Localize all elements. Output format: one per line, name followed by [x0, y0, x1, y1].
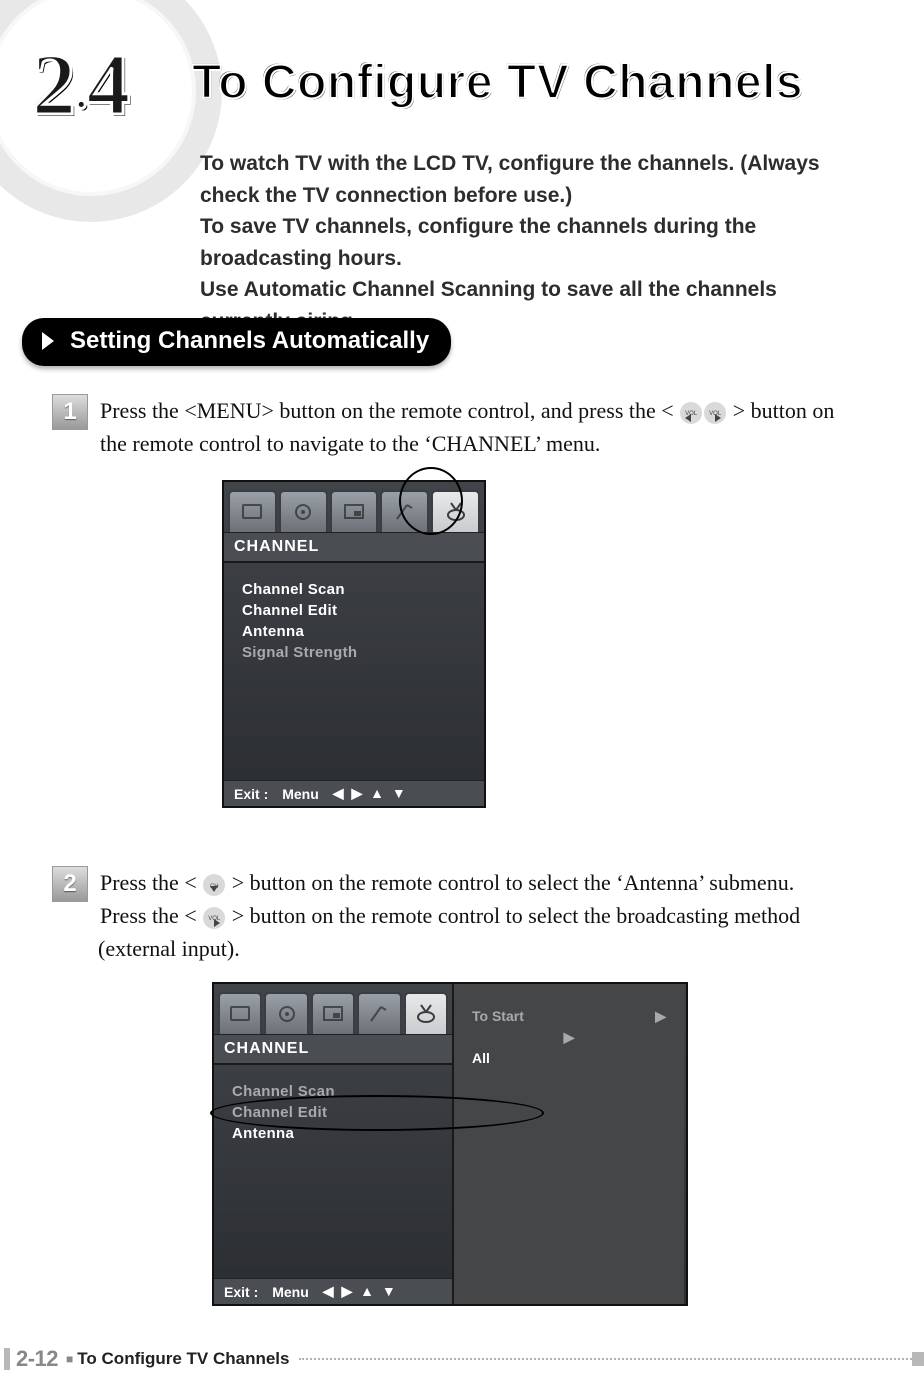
osd-footer: Exit : Menu ◀ ▶ ▲ ▼	[224, 780, 484, 806]
osd-header: CHANNEL	[224, 532, 484, 563]
tab-setup-icon	[357, 992, 401, 1034]
osd-item-signal-strength: Signal Strength	[238, 642, 470, 663]
step-2-text: Press the < > button on the remote contr…	[98, 866, 860, 965]
step-badge-2: 2	[52, 866, 88, 902]
step-1: 1 Press the <MENU> button on the remote …	[52, 394, 860, 460]
tab-channel-icon	[404, 992, 448, 1034]
subsection-header: Setting Channels Automatically	[22, 318, 451, 366]
footer-square-icon: ■	[66, 1352, 73, 1366]
osd-item-antenna: Antenna	[238, 621, 470, 642]
osd-item-channel-edit: Channel Edit	[238, 600, 470, 621]
tab-display-icon	[228, 490, 277, 532]
footer-bar-icon	[4, 1348, 10, 1370]
chevron-right-icon	[42, 332, 54, 350]
osd2-right-to-start: To Start ▶	[472, 1006, 666, 1027]
footer-page-number: 2-12	[16, 1346, 58, 1372]
vol-right-icon	[203, 907, 225, 929]
osd2-header: CHANNEL	[214, 1034, 452, 1065]
section-number: 2.4	[32, 35, 129, 136]
page-footer: 2-12 ■ To Configure TV Channels	[0, 1346, 924, 1372]
vol-left-icon	[680, 402, 702, 424]
intro-text: To watch TV with the LCD TV, configure t…	[200, 148, 868, 337]
osd2-right-all: All	[472, 1048, 666, 1068]
osd2-footer: Exit : Menu ◀ ▶ ▲ ▼	[214, 1278, 452, 1304]
tab-audio-icon	[264, 992, 308, 1034]
footer-title: To Configure TV Channels	[77, 1349, 289, 1369]
page-title: To Configure TV Channels	[192, 55, 803, 110]
osd2-tabstrip	[214, 984, 452, 1034]
callout-ellipse-antenna	[210, 1095, 544, 1131]
tab-audio-icon	[279, 490, 328, 532]
osd-body: Channel Scan Channel Edit Antenna Signal…	[224, 563, 484, 783]
tab-display-icon	[218, 992, 262, 1034]
nav-arrows-icon: ◀ ▶ ▲ ▼	[333, 785, 408, 802]
vol-right-icon	[704, 402, 726, 424]
footer-end-icon	[912, 1352, 924, 1366]
callout-circle-channel-tab	[399, 467, 463, 535]
osd-item-channel-scan: Channel Scan	[238, 579, 470, 600]
intro-line-2: To save TV channels, configure the chann…	[200, 215, 756, 270]
osd-channel-antenna: CHANNEL Channel Scan Channel Edit Antenn…	[212, 982, 688, 1306]
footer-dotted-rule	[299, 1358, 912, 1361]
tab-pip-icon	[330, 490, 379, 532]
tab-pip-icon	[311, 992, 355, 1034]
intro-line-1: To watch TV with the LCD TV, configure t…	[200, 152, 820, 207]
nav-arrows-icon: ◀ ▶ ▲ ▼	[323, 1283, 398, 1300]
osd2-right-arrow: ▶	[472, 1027, 666, 1048]
step-2: 2 Press the < > button on the remote con…	[52, 866, 860, 965]
ch-down-icon	[203, 874, 225, 896]
step-1-text: Press the <MENU> button on the remote co…	[98, 394, 860, 460]
step-badge-1: 1	[52, 394, 88, 430]
osd2-right-panel: To Start ▶ ▶ All	[454, 984, 684, 1304]
